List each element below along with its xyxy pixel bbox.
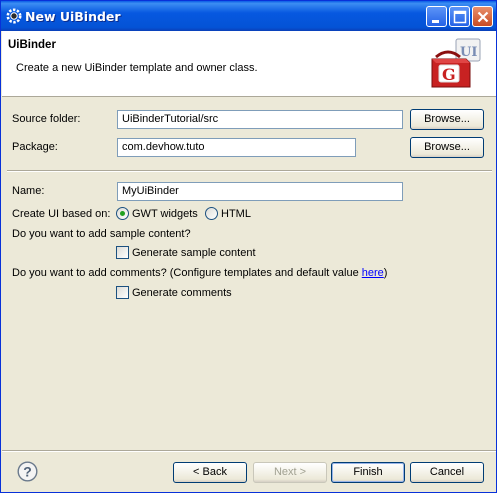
gwt-toolbox-icon: UI G [431, 38, 481, 88]
name-field[interactable]: MyUiBinder [117, 182, 403, 201]
svg-text:?: ? [23, 464, 32, 480]
generate-sample-content-label[interactable]: Generate sample content [132, 247, 256, 259]
radio-selected-dot [120, 211, 125, 216]
gwt-widgets-radio[interactable] [116, 207, 129, 220]
close-icon [477, 11, 489, 23]
source-folder-label: Source folder: [12, 113, 81, 125]
generate-sample-content-checkbox[interactable] [116, 246, 129, 259]
next-button[interactable]: Next > [253, 462, 327, 483]
gwt-widgets-label[interactable]: GWT widgets [132, 208, 198, 220]
banner-description: Create a new UiBinder template and owner… [16, 62, 258, 74]
new-uibinder-dialog: New UiBinder UiBinder Create a new UiBin… [0, 0, 497, 493]
minimize-icon [432, 20, 439, 23]
close-button[interactable] [472, 6, 493, 27]
comments-question-suffix: ) [383, 267, 388, 279]
back-button[interactable]: < Back [173, 462, 247, 483]
maximize-button[interactable] [449, 6, 470, 27]
html-label[interactable]: HTML [221, 208, 251, 220]
sample-content-question: Do you want to add sample content? [12, 228, 191, 240]
package-browse-button[interactable]: Browse... [410, 137, 484, 158]
comments-question: Do you want to add comments? (Configure … [12, 267, 387, 279]
html-radio[interactable] [205, 207, 218, 220]
comments-question-text: Do you want to add comments? (Configure … [12, 267, 362, 279]
generate-comments-checkbox[interactable] [116, 286, 129, 299]
banner-title: UiBinder [8, 39, 56, 51]
create-ui-label: Create UI based on: [12, 208, 111, 220]
wizard-banner: UiBinder Create a new UiBinder template … [2, 31, 496, 97]
window-title: New UiBinder [25, 9, 121, 24]
source-folder-browse-button[interactable]: Browse... [410, 109, 484, 130]
eclipse-gear-icon [6, 8, 22, 24]
configure-templates-link[interactable]: here [362, 267, 384, 279]
package-field[interactable]: com.devhow.tuto [117, 138, 356, 157]
help-icon[interactable]: ? [17, 461, 38, 482]
svg-text:G: G [442, 65, 456, 84]
source-folder-field[interactable]: UiBinderTutorial/src [117, 110, 403, 129]
footer-separator [2, 450, 496, 452]
package-label: Package: [12, 141, 58, 153]
title-bar[interactable]: New UiBinder [1, 1, 496, 31]
name-label: Name: [12, 185, 45, 197]
separator [7, 170, 492, 172]
minimize-button[interactable] [426, 6, 447, 27]
svg-text:UI: UI [460, 45, 477, 60]
maximize-icon [453, 10, 467, 24]
generate-comments-label[interactable]: Generate comments [132, 287, 232, 299]
cancel-button[interactable]: Cancel [410, 462, 484, 483]
finish-button[interactable]: Finish [331, 462, 405, 483]
